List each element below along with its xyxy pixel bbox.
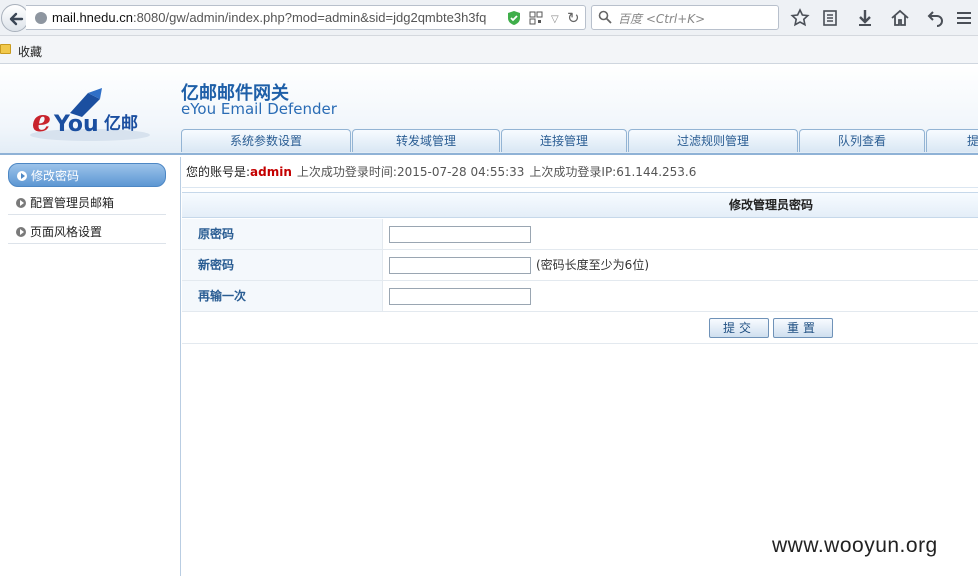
svg-text:亿邮: 亿邮 xyxy=(104,113,138,134)
sidebar-item-change-password[interactable]: 修改密码 xyxy=(8,163,166,187)
svg-text:You: You xyxy=(53,112,99,137)
sidebar: 修改密码 配置管理员邮箱 页面风格设置 xyxy=(0,157,181,576)
main-content: 您的账号是:admin 上次成功登录时间:2015-07-28 04:55:33 上… xyxy=(182,157,978,576)
field-row-old-password: 原密码 xyxy=(182,219,978,250)
home-icon[interactable] xyxy=(890,8,910,28)
account-name: admin xyxy=(250,165,292,179)
form-actions: 提交 重置 xyxy=(182,314,978,344)
folder-icon xyxy=(0,44,11,54)
reload-icon[interactable]: ↻ xyxy=(567,9,580,27)
url-path: :8080/gw/admin/index.php?mod=admin&sid=j… xyxy=(132,10,487,25)
confirm-password-label: 再输一次 xyxy=(182,281,383,311)
account-label: 您的账号是: xyxy=(186,165,251,179)
url-bar[interactable]: mail.hnedu.cn:8080/gw/admin/index.php?mo… xyxy=(26,5,586,30)
arrow-bullet-icon xyxy=(17,171,27,181)
form-title: 修改管理员密码 xyxy=(182,192,978,218)
bookmarks-bar: 收藏 xyxy=(0,36,978,64)
arrow-bullet-icon xyxy=(16,227,26,237)
globe-icon xyxy=(35,12,47,24)
password-length-hint: (密码长度至少为6位) xyxy=(536,258,649,272)
back-arrow-icon xyxy=(9,12,24,26)
sidebar-item-label: 修改密码 xyxy=(31,169,80,183)
shield-icon[interactable] xyxy=(507,10,521,26)
field-row-confirm-password: 再输一次 xyxy=(182,281,978,312)
tab-system-settings[interactable]: 系统参数设置 xyxy=(181,129,351,152)
star-icon[interactable] xyxy=(790,8,810,28)
submit-button[interactable]: 提交 xyxy=(709,318,769,338)
reading-list-icon[interactable] xyxy=(820,8,840,28)
back-button[interactable] xyxy=(1,4,29,32)
download-icon[interactable] xyxy=(855,8,875,28)
browser-toolbar: mail.hnedu.cn:8080/gw/admin/index.php?mo… xyxy=(0,0,978,36)
confirm-password-input[interactable] xyxy=(389,288,531,305)
tab-forward-domain[interactable]: 转发域管理 xyxy=(352,129,500,152)
undo-icon[interactable] xyxy=(926,8,946,28)
qr-code-icon[interactable] xyxy=(529,11,543,25)
new-password-input[interactable] xyxy=(389,257,531,274)
bookmarks-folder[interactable]: 收藏 xyxy=(18,43,42,60)
chevron-down-icon[interactable]: ▽ xyxy=(551,14,559,25)
eyou-logo: e You 亿邮 xyxy=(30,88,150,141)
reset-button[interactable]: 重置 xyxy=(773,318,833,338)
search-bar[interactable]: 百度 <Ctrl+K> xyxy=(591,5,779,30)
search-icon xyxy=(598,10,612,24)
sidebar-item-label: 配置管理员邮箱 xyxy=(30,196,115,210)
sidebar-item-page-style[interactable]: 页面风格设置 xyxy=(8,220,166,244)
sidebar-item-admin-email[interactable]: 配置管理员邮箱 xyxy=(8,191,166,215)
arrow-bullet-icon xyxy=(16,198,26,208)
url-text[interactable]: mail.hnedu.cn:8080/gw/admin/index.php?mo… xyxy=(52,10,500,25)
svg-text:e: e xyxy=(32,104,51,139)
tab-filter-rules[interactable]: 过滤规则管理 xyxy=(628,129,798,152)
login-status: 您的账号是:admin 上次成功登录时间:2015-07-28 04:55:33 上… xyxy=(182,157,978,188)
url-host: mail.hnedu.cn xyxy=(52,10,133,25)
form-title-text: 修改管理员密码 xyxy=(729,198,814,212)
old-password-input[interactable] xyxy=(389,226,531,243)
search-placeholder: 百度 <Ctrl+K> xyxy=(618,12,706,26)
page-header: e You 亿邮 亿邮邮件网关 eYou Email Defender 系统参数… xyxy=(0,65,978,155)
tab-queue[interactable]: 队列查看 xyxy=(799,129,925,152)
field-row-new-password: 新密码 (密码长度至少为6位) xyxy=(182,250,978,281)
sidebar-item-label: 页面风格设置 xyxy=(30,225,103,239)
last-login-ip: 上次成功登录IP:61.144.253.6 xyxy=(529,165,697,179)
brand-title-en: eYou Email Defender xyxy=(181,100,337,118)
old-password-label: 原密码 xyxy=(182,219,383,249)
tab-connection[interactable]: 连接管理 xyxy=(501,129,627,152)
watermark: www.wooyun.org xyxy=(772,534,938,557)
last-login-time: 上次成功登录时间:2015-07-28 04:55:33 xyxy=(296,165,525,179)
menu-icon[interactable] xyxy=(954,8,974,28)
tab-more[interactable]: 提 xyxy=(926,129,978,152)
new-password-label: 新密码 xyxy=(182,250,383,280)
